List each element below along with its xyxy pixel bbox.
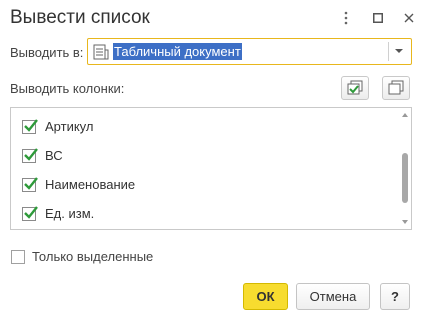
ok-button[interactable]: ОК	[243, 283, 288, 310]
list-item-label: Наименование	[45, 177, 136, 192]
list-item-label: Ед. изм.	[45, 206, 95, 221]
output-columns-label: Выводить колонки:	[10, 81, 125, 96]
maximize-icon	[373, 13, 383, 23]
title-bar: Вывести список	[0, 0, 423, 36]
close-icon	[404, 13, 414, 23]
spreadsheet-document-icon	[93, 44, 109, 60]
maximize-button[interactable]	[368, 8, 388, 28]
vertical-scrollbar[interactable]	[399, 108, 411, 229]
output-to-value: Табличный документ	[113, 43, 242, 60]
combo-divider	[388, 42, 389, 61]
checkmark-icon	[24, 176, 38, 190]
check-all-icon	[347, 80, 363, 95]
columns-list[interactable]: Артикул ВС Наименование Ед. изм.	[10, 107, 412, 230]
checkmark-icon	[24, 205, 38, 219]
uncheck-all-icon	[388, 80, 404, 95]
chevron-down-icon[interactable]	[395, 49, 403, 53]
more-menu-button[interactable]	[336, 8, 356, 28]
cancel-button[interactable]: Отмена	[296, 283, 370, 310]
output-to-select[interactable]: Табличный документ	[87, 38, 412, 65]
list-item-label: ВС	[45, 148, 63, 163]
check-all-button[interactable]	[341, 76, 369, 100]
list-item[interactable]: ВС	[11, 141, 397, 170]
output-to-label: Выводить в:	[10, 45, 84, 60]
list-item[interactable]: Ед. изм.	[11, 199, 397, 228]
checkmark-icon	[24, 118, 38, 132]
checkmark-icon	[24, 147, 38, 161]
checkbox[interactable]	[22, 118, 38, 134]
help-button[interactable]: ?	[380, 283, 410, 310]
close-button[interactable]	[399, 8, 419, 28]
uncheck-all-button[interactable]	[382, 76, 410, 100]
only-selected-option[interactable]: Только выделенные	[11, 249, 153, 264]
list-item[interactable]: Артикул	[11, 112, 397, 141]
window-title: Вывести список	[10, 7, 150, 28]
scroll-up-icon[interactable]	[402, 113, 408, 117]
scroll-down-icon[interactable]	[402, 220, 408, 224]
only-selected-checkbox[interactable]	[11, 249, 25, 264]
list-item[interactable]: Наименование	[11, 170, 397, 199]
only-selected-label: Только выделенные	[32, 249, 154, 264]
more-vertical-icon	[344, 11, 348, 25]
scrollbar-thumb[interactable]	[402, 153, 408, 203]
list-item-label: Артикул	[45, 119, 94, 134]
checkbox[interactable]	[22, 147, 38, 163]
checkbox[interactable]	[22, 176, 38, 192]
checkbox[interactable]	[22, 205, 38, 221]
